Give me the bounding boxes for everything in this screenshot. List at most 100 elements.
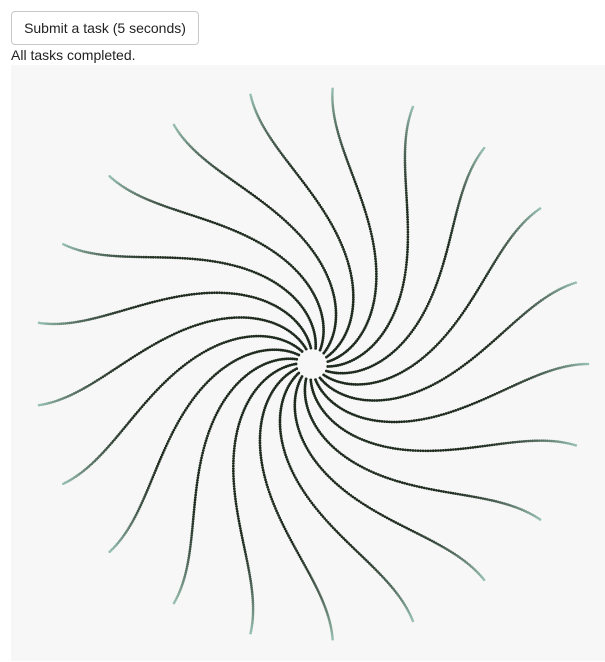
spiral-dot <box>197 216 200 219</box>
spiral-dot <box>237 517 240 520</box>
spiral-dot <box>243 267 246 271</box>
spiral-dot <box>140 255 143 259</box>
spiral-dot <box>381 475 385 478</box>
spiral-dot <box>372 299 376 303</box>
spiral-dot <box>438 271 442 275</box>
spiral-dot <box>62 242 65 246</box>
spiral-dot <box>369 441 373 445</box>
spiral-dot <box>232 484 236 488</box>
spiral-dot <box>413 484 416 488</box>
spiral-dot <box>237 293 241 296</box>
spiral-dot <box>354 182 358 186</box>
spiral-dot <box>404 184 408 188</box>
spiral-dot <box>438 274 441 278</box>
spiral-dot <box>361 201 364 204</box>
spiral-dot <box>376 443 380 447</box>
spiral-dot <box>371 240 375 243</box>
spiral-dot <box>351 283 355 287</box>
spiral-dot <box>245 557 248 561</box>
spiral-dot <box>233 444 236 448</box>
submit-task-button[interactable]: Submit a task (5 seconds) <box>11 11 199 45</box>
spiral-dot <box>404 177 407 181</box>
spiral-dot <box>262 471 266 474</box>
spiral-dot <box>372 247 376 251</box>
spiral-dot <box>247 268 251 272</box>
spiral-dot <box>372 244 376 248</box>
spiral-dot <box>406 220 410 224</box>
spiral-dot <box>188 257 192 261</box>
spiral-dot <box>374 287 378 291</box>
spiral-dot <box>233 489 236 493</box>
spiral-dot <box>246 564 250 567</box>
spiral-dot <box>509 441 512 444</box>
spiral-dot <box>179 329 183 333</box>
spiral-dot <box>195 292 199 296</box>
spiral-dot <box>403 166 407 169</box>
spiral-dot <box>403 394 407 398</box>
spiral-dot <box>234 229 238 233</box>
spiral-dot <box>406 210 409 214</box>
spiral-dot <box>453 217 457 221</box>
spiral-dot <box>241 538 245 542</box>
spiral-dot <box>384 445 387 449</box>
spiral-dot <box>194 215 198 219</box>
spiral-dot <box>170 296 174 300</box>
spiral-dot <box>463 493 467 497</box>
spiral-dot <box>475 400 479 404</box>
spiral-dot <box>483 497 487 501</box>
spiral-dot <box>190 213 194 217</box>
spiral-dot <box>406 245 410 249</box>
spiral-dot <box>258 436 262 440</box>
spiral-dot <box>400 288 404 291</box>
spiral-dot <box>245 268 249 271</box>
spiral-dot <box>385 420 389 424</box>
spiral-dot <box>454 215 457 219</box>
spiral-dot <box>477 399 481 403</box>
spiral-dot <box>254 317 257 320</box>
spiral-dot <box>461 406 465 410</box>
spiral-dot <box>227 316 231 320</box>
spiral-dot <box>233 442 237 445</box>
spiral-dot <box>218 261 222 264</box>
spiral-dot <box>280 437 283 440</box>
spiral-dot <box>206 432 210 435</box>
spiral-dot <box>193 257 197 261</box>
spiral-dot <box>358 194 362 197</box>
spiral-dot <box>351 281 354 285</box>
spiral-dot <box>200 456 203 460</box>
spiral-dot <box>378 419 382 423</box>
spiral-dot <box>195 483 199 487</box>
spiral-dot <box>513 440 517 444</box>
spiral-dot <box>343 252 347 256</box>
spiral-dot <box>153 300 157 303</box>
spiral-dot <box>218 317 221 321</box>
spiral-dot <box>406 233 410 236</box>
spiral-dot <box>235 265 239 268</box>
spiral-dot <box>249 316 253 320</box>
spiral-dot <box>237 519 241 523</box>
spiral-dot <box>190 529 194 533</box>
spiral-dot <box>249 295 253 299</box>
spiral-dot <box>404 175 407 178</box>
spiral-dot <box>279 432 283 436</box>
spiral-dot <box>258 444 262 447</box>
spiral-dot <box>397 297 401 301</box>
spiral-dot <box>405 196 408 199</box>
spiral-dot <box>213 291 216 295</box>
spiral-dot <box>375 272 378 276</box>
spiral-dot <box>172 601 176 605</box>
spiral-dot <box>497 442 501 446</box>
spiral-dot <box>395 304 399 308</box>
spiral-dot <box>193 503 196 507</box>
spiral-dot <box>258 446 262 450</box>
spiral-dot <box>190 534 193 537</box>
spiral-dot <box>439 413 443 417</box>
spiral-dot <box>120 309 124 313</box>
spiral-dot <box>384 398 388 402</box>
spiral-dot <box>458 493 462 496</box>
spiral-dot <box>163 256 167 259</box>
spiral-dot <box>437 276 441 280</box>
spiral-dot <box>108 174 111 178</box>
spiral-dot <box>194 488 198 492</box>
spiral-arm <box>62 242 318 350</box>
